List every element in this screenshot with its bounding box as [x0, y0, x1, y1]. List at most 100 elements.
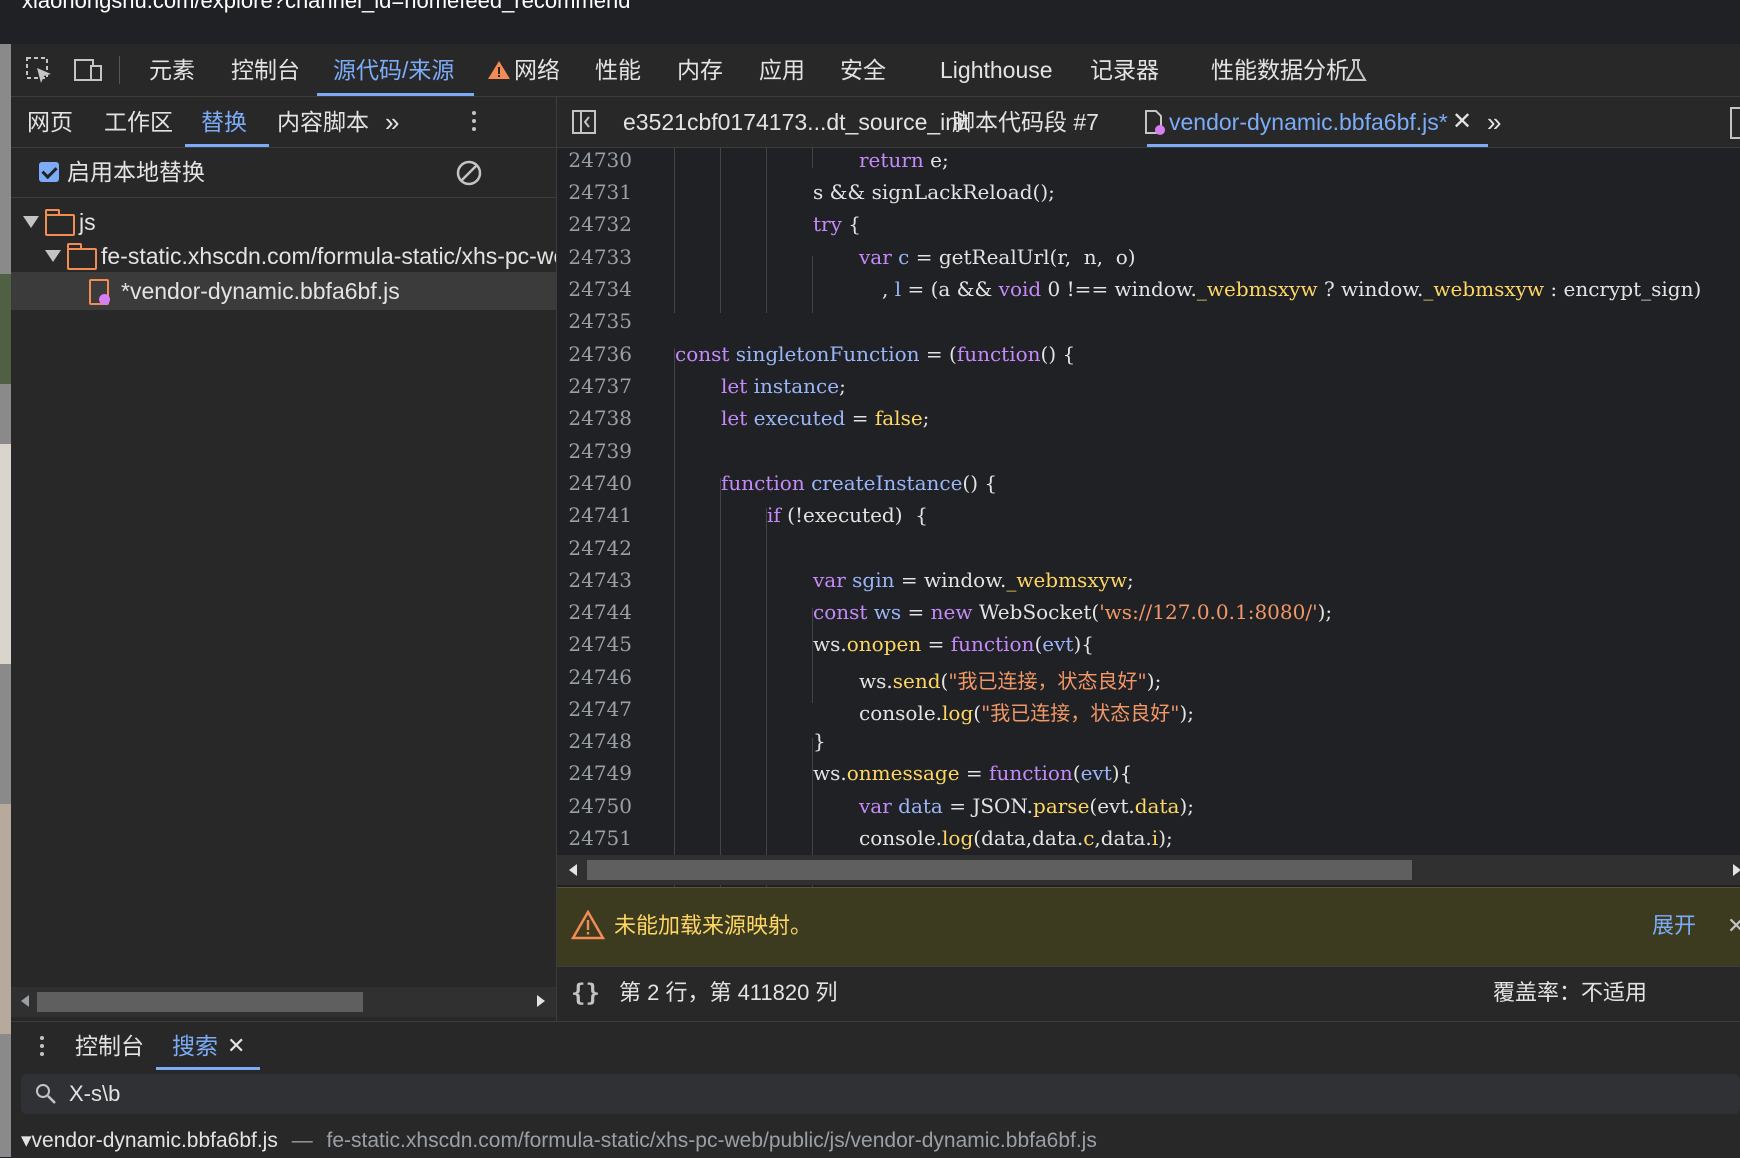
line-number: 24749 — [568, 761, 632, 785]
editor-tabs: e3521cbf0174173...dt_source_init 脚本代码段 #… — [557, 97, 1740, 148]
line-number: 24736 — [568, 342, 632, 366]
code-line: try { — [813, 212, 861, 236]
line-number: 24744 — [568, 600, 632, 624]
search-input[interactable]: X-s\b — [21, 1074, 1740, 1114]
tab-elements[interactable]: 元素 — [149, 44, 195, 96]
page-content-strip — [0, 44, 11, 1157]
more-tabs-icon[interactable]: » — [385, 97, 399, 147]
line-number: 24738 — [568, 406, 632, 430]
modified-dot-icon — [99, 294, 110, 305]
code-line: const ws = new WebSocket('ws://127.0.0.1… — [813, 600, 1333, 624]
tab-recorder[interactable]: 记录器 — [1090, 44, 1159, 96]
code-view[interactable]: 24730 return e; 24731 s && signLackReloa… — [557, 148, 1740, 954]
folder-icon — [67, 243, 97, 270]
line-number: 24740 — [568, 471, 632, 495]
code-line: var data = JSON.parse(evt.data); — [859, 794, 1194, 818]
line-number: 24748 — [568, 729, 632, 753]
warning-text: 未能加载来源映射。 — [614, 913, 813, 938]
scroll-right-icon[interactable] — [537, 995, 545, 1007]
drawer-menu-icon[interactable] — [37, 1022, 47, 1070]
file-icon — [1143, 97, 1167, 147]
line-number: 24733 — [568, 245, 632, 269]
line-number: 24745 — [568, 632, 632, 656]
scrollbar-thumb[interactable] — [37, 992, 363, 1012]
editor-tab-vendor-dynamic[interactable]: vendor-dynamic.bbfa6bf.js* — [1147, 97, 1488, 147]
more-options-icon[interactable] — [469, 97, 479, 147]
pretty-print-icon[interactable]: {} — [571, 967, 600, 1019]
enable-overrides-label: 启用本地替换 — [67, 159, 205, 185]
expand-arrow-icon[interactable] — [23, 216, 39, 228]
code-line: ws.send("我已连接，状态良好"); — [859, 669, 1162, 693]
tree-item-label: js — [79, 209, 96, 235]
tab-page[interactable]: 网页 — [27, 97, 73, 147]
toggle-debugger-icon[interactable] — [1730, 107, 1740, 139]
clear-overrides-icon[interactable] — [455, 159, 483, 192]
expand-link[interactable]: 展开 — [1652, 888, 1696, 964]
close-warning-icon[interactable]: ✕ — [1727, 888, 1740, 964]
tab-sources[interactable]: 源代码/来源 — [316, 44, 475, 96]
tab-performance-insights[interactable]: 性能数据分析 — [1211, 44, 1349, 96]
tree-item-domain-folder[interactable]: fe-static.xhscdn.com/formula-static/xhs-… — [11, 237, 556, 275]
scroll-right-icon[interactable] — [1733, 864, 1740, 876]
enable-overrides-checkbox[interactable] — [39, 162, 59, 182]
editor-horizontal-scrollbar[interactable] — [557, 855, 1740, 885]
line-number: 24743 — [568, 568, 632, 592]
tab-overrides[interactable]: 替换 — [185, 97, 269, 147]
devtools-toolbar: 元素 控制台 源代码/来源 网络 性能 内存 应用 安全 Lighthouse … — [11, 44, 1740, 97]
enable-overrides-row: 启用本地替换 — [11, 148, 556, 198]
code-line: return e; — [859, 148, 949, 172]
code-line: let instance; — [721, 374, 846, 398]
inspect-element-icon[interactable] — [25, 44, 53, 96]
code-line: ws.onopen = function(evt){ — [813, 632, 1094, 656]
line-number: 24746 — [568, 665, 632, 689]
tab-network[interactable]: 网络 — [514, 44, 560, 96]
code-line: const singletonFunction = (function() { — [675, 342, 1076, 366]
drawer-tab-search[interactable]: 搜索 — [156, 1022, 260, 1070]
close-search-tab-icon[interactable]: ✕ — [227, 1022, 245, 1070]
close-tab-icon[interactable]: ✕ — [1452, 97, 1472, 147]
device-toolbar-icon[interactable] — [73, 44, 103, 96]
search-icon — [35, 1083, 57, 1110]
expand-arrow-icon[interactable] — [45, 250, 61, 262]
warning-icon — [487, 44, 511, 96]
line-number: 24734 — [568, 277, 632, 301]
code-line: } — [813, 729, 826, 753]
editor-tab-snippet[interactable]: 脚本代码段 #7 — [952, 97, 1099, 147]
scroll-left-icon[interactable] — [21, 995, 29, 1007]
toggle-navigator-icon[interactable] — [571, 97, 597, 147]
address-bar[interactable]: xiaohongshu.com/explore?channel_id=homef… — [0, 0, 1740, 36]
code-line: console.log("我已连接，状态良好"); — [859, 701, 1195, 725]
search-result-header[interactable]: ▾vendor-dynamic.bbfa6bf.js — fe-static.x… — [21, 1124, 1740, 1158]
tab-application[interactable]: 应用 — [759, 44, 805, 96]
sources-navigator: 网页 工作区 替换 内容脚本 » 启用本地替换 js fe-static.xhs… — [11, 97, 557, 1021]
editor-tab-source-init[interactable]: e3521cbf0174173...dt_source_init — [623, 97, 970, 147]
tab-performance[interactable]: 性能 — [595, 44, 641, 96]
line-number: 24732 — [568, 212, 632, 236]
scrollbar-thumb[interactable] — [587, 860, 1412, 880]
tree-item-label: *vendor-dynamic.bbfa6bf.js — [121, 278, 400, 304]
tab-lighthouse[interactable]: Lighthouse — [940, 44, 1053, 96]
devtools-drawer: 控制台 搜索 ✕ X-s\b ▾vendor-dynamic.bbfa6bf.j… — [11, 1021, 1740, 1158]
tab-content-scripts[interactable]: 内容脚本 — [277, 97, 369, 147]
tab-memory[interactable]: 内存 — [677, 44, 723, 96]
line-number: 24737 — [568, 374, 632, 398]
tab-workspace[interactable]: 工作区 — [104, 97, 173, 147]
drawer-tab-console[interactable]: 控制台 — [75, 1022, 144, 1070]
tree-item-vendor-file[interactable]: *vendor-dynamic.bbfa6bf.js — [11, 272, 556, 310]
code-line: ws.onmessage = function(evt){ — [813, 761, 1133, 785]
search-query: X-s\b — [69, 1081, 121, 1106]
result-file-name: ▾vendor-dynamic.bbfa6bf.js — [21, 1129, 278, 1152]
line-number: 24731 — [568, 180, 632, 204]
tab-security[interactable]: 安全 — [840, 44, 886, 96]
url-text: xiaohongshu.com/explore?channel_id=homef… — [22, 0, 631, 13]
warning-icon — [570, 909, 606, 945]
code-line: var c = getRealUrl(r, n, o) — [859, 245, 1136, 269]
coverage-status: 覆盖率：不适用 — [1493, 980, 1648, 1005]
more-editor-tabs-icon[interactable]: » — [1487, 97, 1501, 147]
scroll-left-icon[interactable] — [569, 864, 577, 876]
code-editor-pane: e3521cbf0174173...dt_source_init 脚本代码段 #… — [557, 97, 1740, 1022]
navigator-horizontal-scrollbar[interactable] — [11, 987, 556, 1017]
tab-console[interactable]: 控制台 — [231, 44, 300, 96]
tree-item-js-folder[interactable]: js — [11, 203, 556, 241]
code-line: , l = (a && void 0 !== window._webmsxyw … — [882, 277, 1702, 301]
